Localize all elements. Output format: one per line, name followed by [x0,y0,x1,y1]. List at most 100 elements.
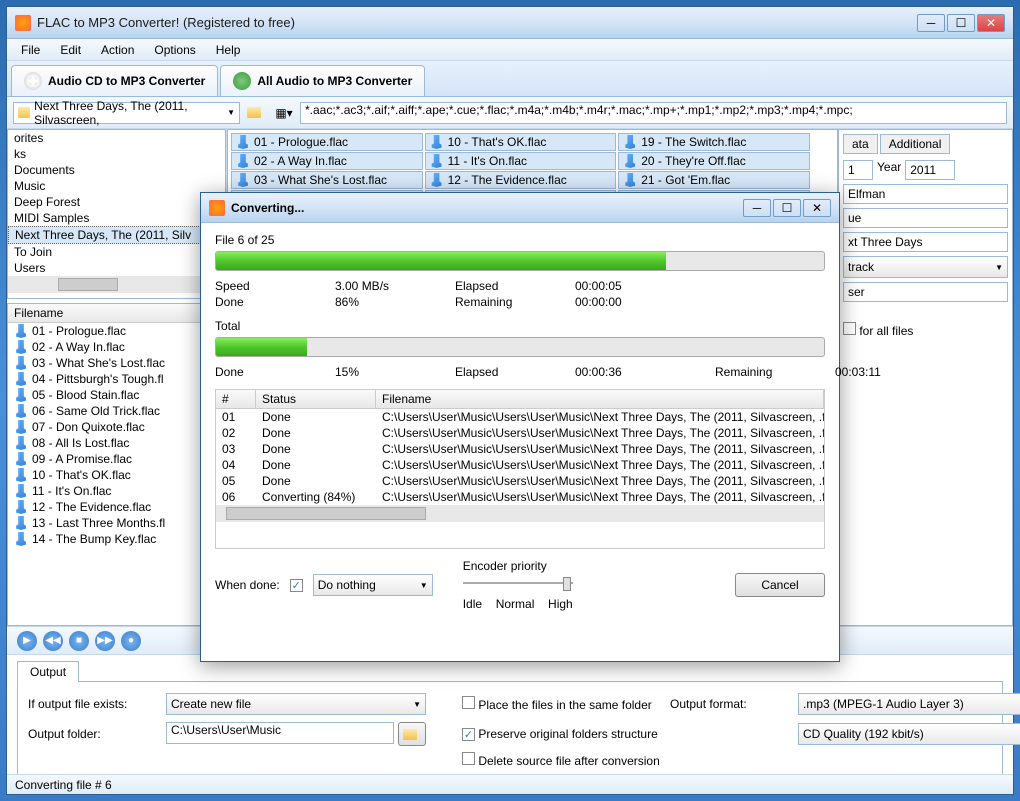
quality-dropdown[interactable]: CD Quality (192 kbit/s)▼ [798,723,1020,745]
list-item[interactable]: 08 - All Is Lost.flac [8,435,225,451]
delete-checkbox[interactable] [462,752,475,765]
composer-input[interactable] [843,282,1008,302]
tab-data[interactable]: ata [843,134,878,154]
list-item[interactable]: 07 - Don Quixote.flac [8,419,225,435]
list-item[interactable]: 11 - It's On.flac [8,483,225,499]
filelist-header[interactable]: Filename [8,304,225,323]
list-item[interactable]: 05 - Blood Stain.flac [8,387,225,403]
genre-input[interactable] [843,208,1008,228]
artist-input[interactable] [843,184,1008,204]
album-input[interactable] [843,232,1008,252]
menu-edit[interactable]: Edit [50,41,91,59]
tree-item[interactable]: Users [8,260,225,276]
table-row[interactable]: 06Converting (84%)C:\Users\User\Music\Us… [216,489,824,505]
stop-button[interactable]: ■ [69,631,89,651]
priority-slider[interactable] [463,573,573,593]
file-item[interactable]: 21 - Got 'Em.flac [618,171,810,189]
dialog-maximize[interactable]: ☐ [773,199,801,217]
table-row[interactable]: 02DoneC:\Users\User\Music\Users\User\Mus… [216,425,824,441]
list-item[interactable]: 06 - Same Old Trick.flac [8,403,225,419]
table-row[interactable]: 05DoneC:\Users\User\Music\Users\User\Mus… [216,473,824,489]
tab-audio-cd[interactable]: Audio CD to MP3 Converter [11,65,218,96]
menu-options[interactable]: Options [144,41,205,59]
list-item[interactable]: 09 - A Promise.flac [8,451,225,467]
toolbar: Next Three Days, The (2011, Silvascreen,… [7,97,1013,129]
list-item[interactable]: 14 - The Bump Key.flac [8,531,225,547]
list-item[interactable]: 03 - What She's Lost.flac [8,355,225,371]
tab-all-audio[interactable]: All Audio to MP3 Converter [220,65,425,96]
albumtype-dropdown[interactable]: track▼ [843,256,1008,278]
tree-item[interactable]: ks [8,146,225,162]
output-tab[interactable]: Output [17,661,79,682]
file-item[interactable]: 12 - The Evidence.flac [425,171,617,189]
table-scrollbar[interactable] [216,505,824,522]
tree-item[interactable]: MIDI Samples [8,210,225,226]
scrollbar-thumb[interactable] [58,278,118,291]
converting-dialog: Converting... ─ ☐ ✕ File 6 of 25 Speed3.… [200,192,840,662]
file-item[interactable]: 02 - A Way In.flac [231,152,423,170]
minimize-button[interactable]: ─ [917,14,945,32]
forall-checkbox[interactable] [843,322,856,335]
prev-button[interactable]: ◀◀ [43,631,63,651]
file-item[interactable]: 19 - The Switch.flac [618,133,810,151]
folder-dropdown[interactable]: Next Three Days, The (2011, Silvascreen,… [13,102,240,124]
when-done-dropdown[interactable]: Do nothing▼ [313,574,433,596]
view-button[interactable]: ▦▾ [272,101,296,125]
nav-button[interactable] [244,101,268,125]
tree-item[interactable]: Deep Forest [8,194,225,210]
filelist: Filename 01 - Prologue.flac02 - A Way In… [7,303,226,626]
list-item[interactable]: 02 - A Way In.flac [8,339,225,355]
list-item[interactable]: 01 - Prologue.flac [8,323,225,339]
format-dropdown[interactable]: .mp3 (MPEG-1 Audio Layer 3)▼ [798,693,1020,715]
preserve-checkbox[interactable] [462,728,475,741]
folder-input[interactable]: C:\Users\User\Music [166,722,394,744]
tree-item[interactable]: Music [8,178,225,194]
play-button[interactable]: ▶ [17,631,37,651]
menu-help[interactable]: Help [206,41,251,59]
filter-input[interactable]: *.aac;*.ac3;*.aif;*.aiff;*.ape;*.cue;*.f… [300,102,1007,124]
file-item[interactable]: 03 - What She's Lost.flac [231,171,423,189]
file-item[interactable]: 20 - They're Off.flac [618,152,810,170]
maximize-button[interactable]: ☐ [947,14,975,32]
year-input[interactable] [905,160,955,180]
browse-button[interactable] [398,722,426,746]
menu-file[interactable]: File [11,41,50,59]
tree-item[interactable]: orites [8,130,225,146]
file-item[interactable]: 11 - It's On.flac [425,152,617,170]
list-item[interactable]: 12 - The Evidence.flac [8,499,225,515]
exists-dropdown[interactable]: Create new file▼ [166,693,426,715]
folder-icon [18,107,30,118]
fmt-label: Output format: [670,697,790,711]
list-item[interactable]: 10 - That's OK.flac [8,467,225,483]
table-row[interactable]: 03DoneC:\Users\User\Music\Users\User\Mus… [216,441,824,457]
scrollbar-thumb[interactable] [226,507,426,520]
dialog-close[interactable]: ✕ [803,199,831,217]
file-item[interactable]: 01 - Prologue.flac [231,133,423,151]
note-icon [236,154,250,168]
scrollbar[interactable] [8,276,225,293]
tab-additional[interactable]: Additional [880,134,951,154]
next-button[interactable]: ▶▶ [95,631,115,651]
output-panel: Output If output file exists: Create new… [7,654,1013,774]
tree-item-selected[interactable]: Next Three Days, The (2011, Silv [8,226,225,244]
when-done-checkbox[interactable] [290,579,303,592]
tree-item[interactable]: Documents [8,162,225,178]
file-item[interactable]: 10 - That's OK.flac [425,133,617,151]
table-row[interactable]: 01DoneC:\Users\User\Music\Users\User\Mus… [216,409,824,425]
samef-checkbox[interactable] [462,696,475,709]
list-item[interactable]: 13 - Last Three Months.fl [8,515,225,531]
cancel-button[interactable]: Cancel [735,573,825,597]
file-progress [215,251,825,271]
list-item[interactable]: 04 - Pittsburgh's Tough.fl [8,371,225,387]
table-row[interactable]: 04DoneC:\Users\User\Music\Users\User\Mus… [216,457,824,473]
folder-tree[interactable]: orites ks Documents Music Deep Forest MI… [7,129,226,299]
close-button[interactable]: ✕ [977,14,1005,32]
tree-item[interactable]: To Join [8,244,225,260]
encoder-label: Encoder priority [463,559,573,573]
track-input[interactable] [843,160,873,180]
folder-label: Output folder: [28,727,158,741]
rec-button[interactable]: ● [121,631,141,651]
menu-action[interactable]: Action [91,41,144,59]
slider-thumb[interactable] [563,577,571,591]
dialog-minimize[interactable]: ─ [743,199,771,217]
